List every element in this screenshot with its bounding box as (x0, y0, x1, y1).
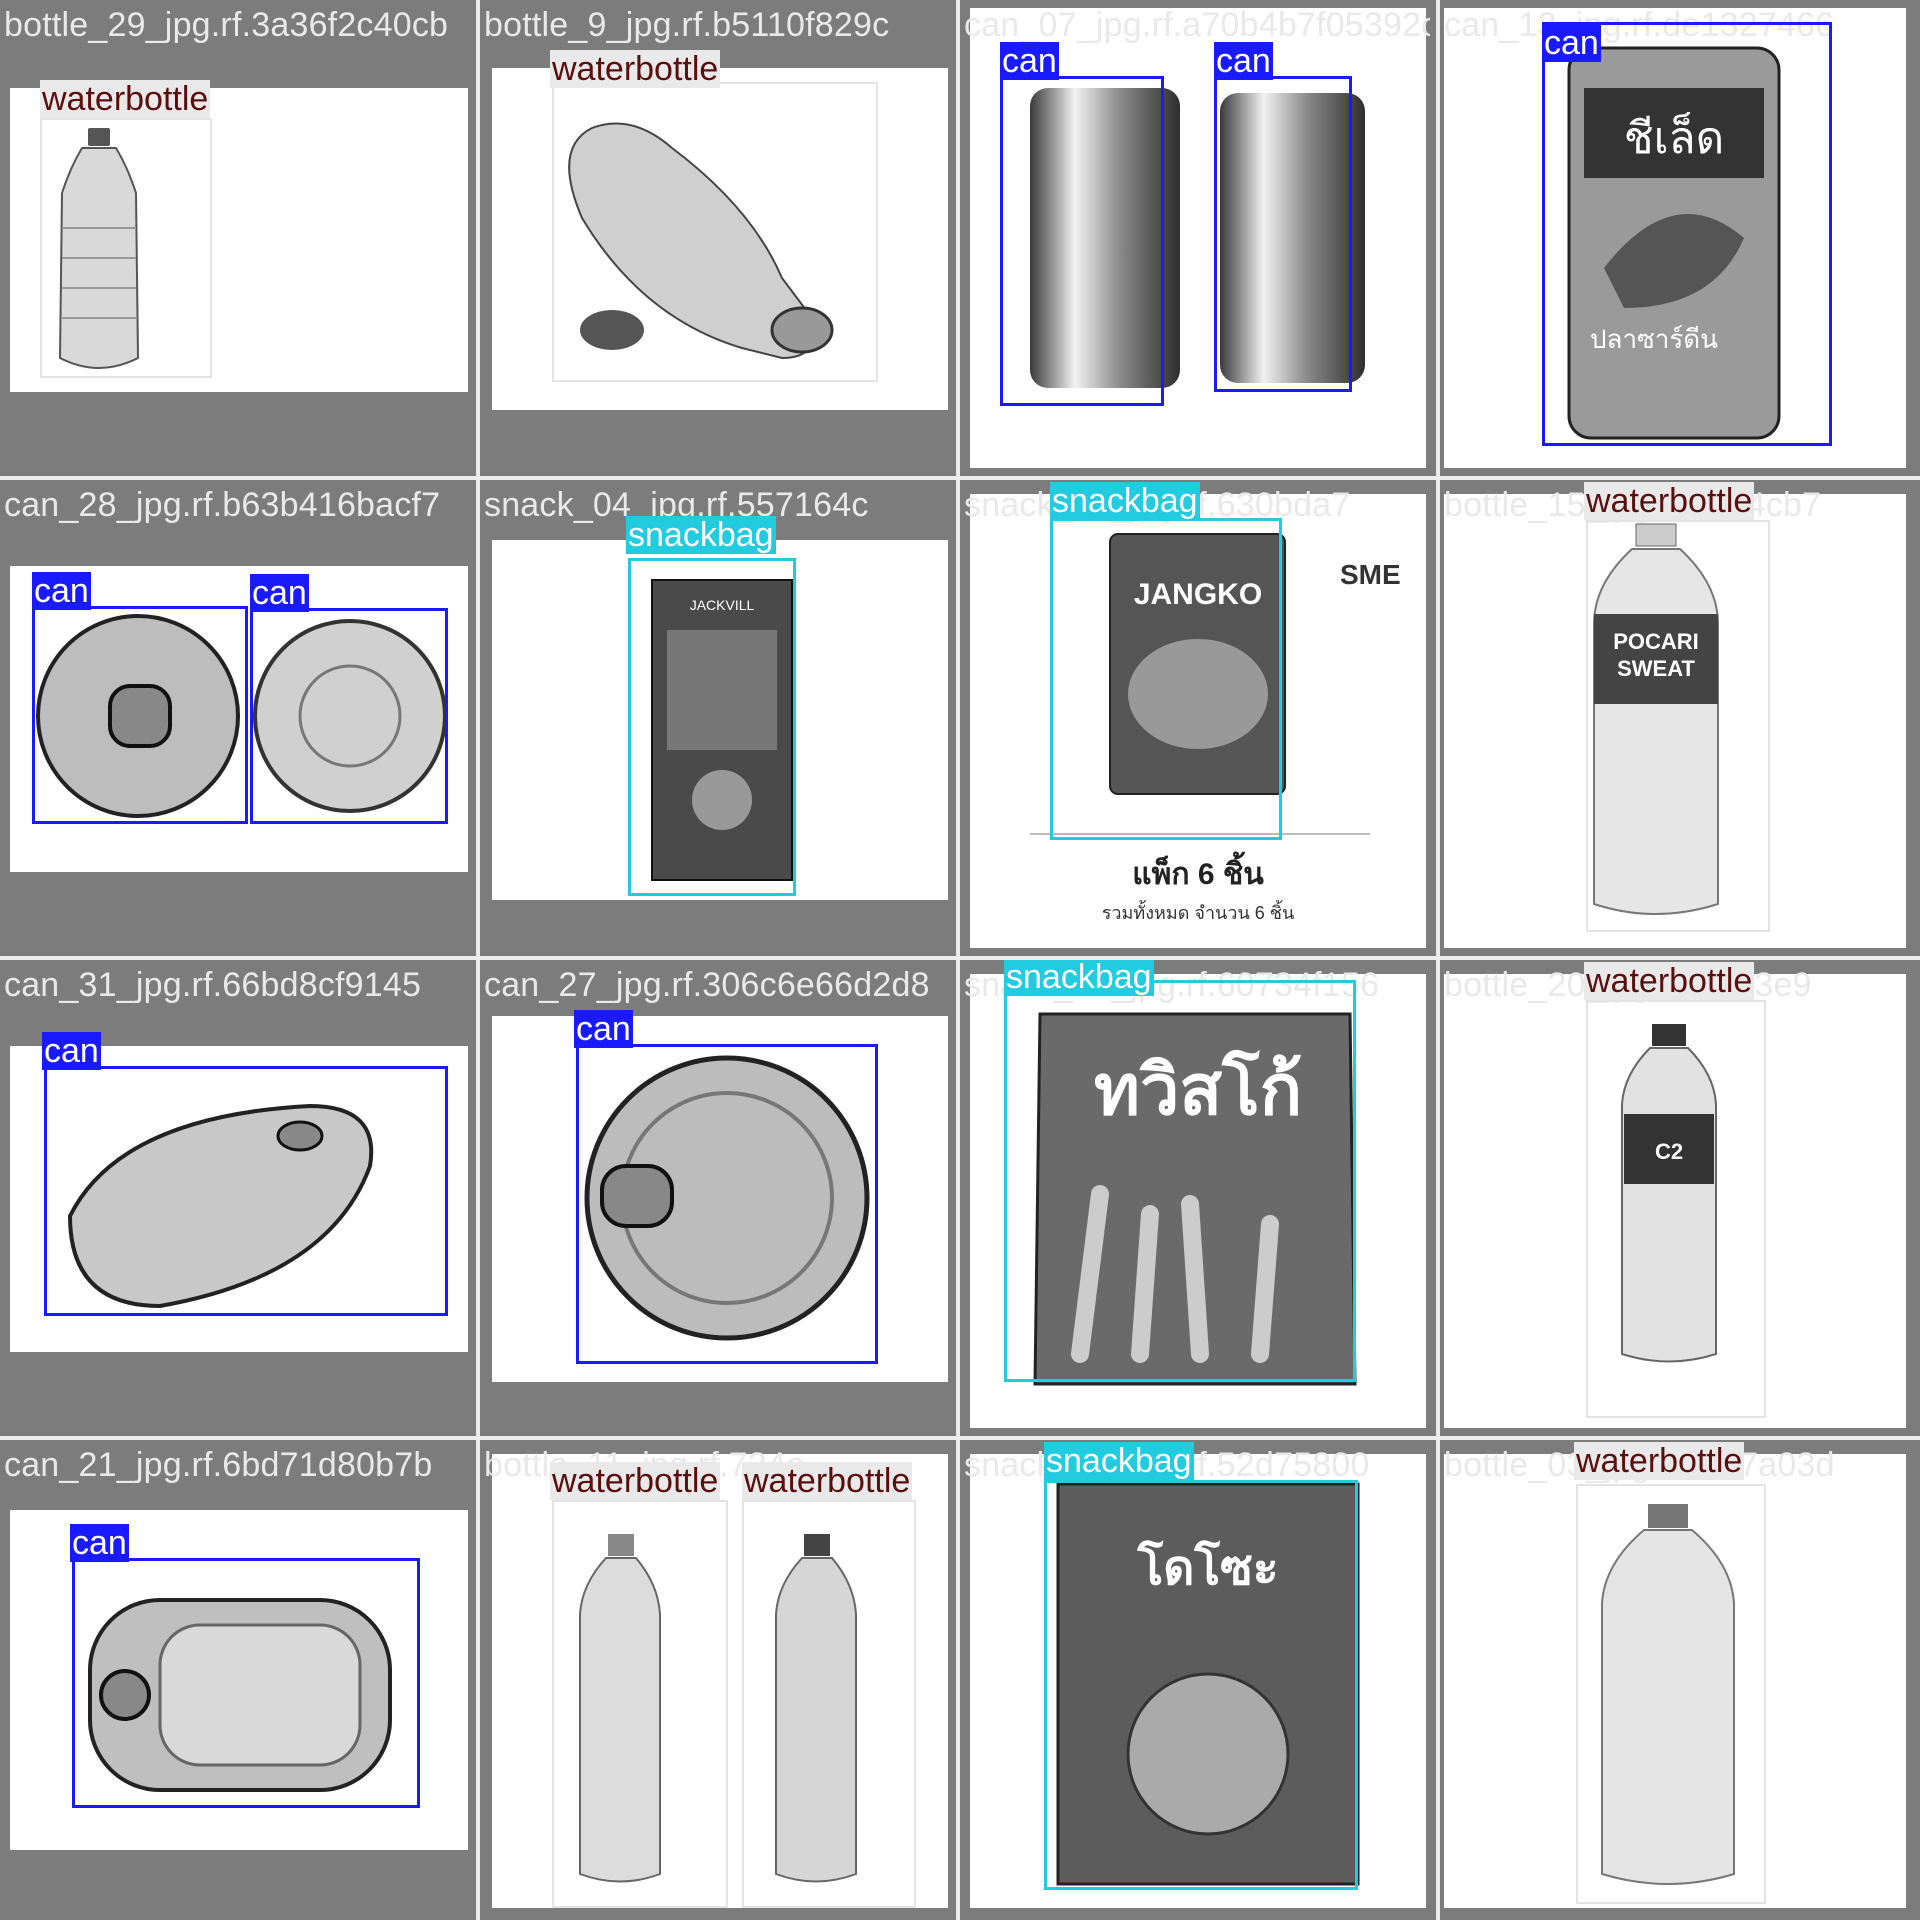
sme-logo-text: SME (1340, 559, 1401, 590)
tile-15: โดโซะ snack_22_jpg.rf.52d75800 snackbag (960, 1440, 1430, 1910)
tile-filename: can_07_jpg.rf.a70b4b7f05392c (964, 6, 1430, 44)
bbox-label: waterbottle (1584, 482, 1755, 520)
bbox-can (250, 608, 448, 824)
bbox-can (32, 606, 248, 824)
bbox-snackbag (628, 558, 796, 896)
bbox-label: snackbag (1044, 1442, 1194, 1480)
tile-filename: can_31_jpg.rf.66bd8cf9145 (4, 966, 422, 1004)
grid-divider (1436, 0, 1440, 1920)
tile-3: can_07_jpg.rf.a70b4b7f05392c can can (960, 0, 1430, 470)
tile-16: bottle_03_jpg.rf.fd47a03d waterbottle (1440, 1440, 1910, 1910)
tile-5: can_28_jpg.rf.b63b416bacf7 can can (0, 480, 470, 950)
bbox-label: can (1214, 42, 1273, 80)
bbox-waterbottle (40, 118, 212, 378)
bbox-label: snackbag (1050, 482, 1200, 520)
bbox-waterbottle (552, 1500, 728, 1908)
grid-divider (476, 0, 480, 1920)
grid-divider (0, 1436, 1920, 1440)
bbox-can (576, 1044, 878, 1364)
bbox-snackbag (1044, 1480, 1358, 1890)
tile-14: bottle_11_jpg.rf.734e waterbottle waterb… (480, 1440, 950, 1910)
tile-13: can_21_jpg.rf.6bd71d80b7b can (0, 1440, 470, 1910)
bbox-waterbottle (1576, 1484, 1766, 1904)
tile-filename: can_21_jpg.rf.6bd71d80b7b (4, 1446, 433, 1484)
bbox-waterbottle (1586, 1000, 1766, 1418)
pack-text-1: แพ็ก 6 ชิ้น (1132, 851, 1264, 891)
tile-filename: can_28_jpg.rf.b63b416bacf7 (4, 486, 441, 524)
bbox-snackbag (1004, 980, 1356, 1382)
bbox-label: snackbag (1004, 960, 1154, 996)
bbox-can (1000, 76, 1164, 406)
bbox-label: snackbag (626, 516, 776, 554)
pack-text-2: รวมทั้งหมด จำนวน 6 ชิ้น (1102, 900, 1295, 923)
bbox-label: waterbottle (1584, 962, 1755, 1000)
bbox-waterbottle (552, 82, 878, 382)
bbox-can (44, 1066, 448, 1316)
tile-6: JACKVILL snack_04_jpg.rf.557164c snackba… (480, 480, 950, 950)
bbox-label: waterbottle (550, 50, 721, 88)
bbox-waterbottle (742, 1500, 916, 1908)
bbox-label: waterbottle (40, 80, 211, 118)
bbox-label: can (1542, 24, 1601, 62)
tile-1: bottle_29_jpg.rf.3a36f2c40cb waterbottle (0, 0, 470, 470)
bbox-can (1214, 76, 1352, 392)
tile-filename: bottle_9_jpg.rf.b5110f829c (484, 6, 890, 44)
bbox-label: waterbottle (1574, 1442, 1745, 1480)
bbox-label: can (1000, 42, 1059, 80)
bbox-waterbottle (1586, 520, 1770, 932)
bbox-label: can (70, 1524, 129, 1562)
bbox-label: can (574, 1010, 633, 1048)
bbox-label: can (250, 574, 309, 612)
bbox-label: waterbottle (550, 1462, 721, 1500)
bbox-label: waterbottle (742, 1462, 913, 1500)
bbox-label: can (42, 1032, 101, 1070)
tile-11: ทวิสโก้ snack_09_jpg.rf.60734f156 snackb… (960, 960, 1430, 1430)
detection-mosaic: bottle_29_jpg.rf.3a36f2c40cb waterbottle… (0, 0, 1920, 1920)
tile-9: can_31_jpg.rf.66bd8cf9145 can (0, 960, 470, 1430)
tile-12: C2 bottle_20_jpg.rf.1cfc3e9 waterbottle (1440, 960, 1910, 1430)
bbox-can (72, 1558, 420, 1808)
bbox-can (1542, 22, 1832, 446)
tile-8: POCARI SWEAT bottle_15_jpg.rf.c074cb7 wa… (1440, 480, 1910, 950)
grid-divider (0, 476, 1920, 480)
grid-divider (956, 0, 960, 1920)
tile-7: JANGKO SME แพ็ก 6 ชิ้น รวมทั้งหมด จำนวน … (960, 480, 1430, 950)
bbox-label: can (32, 572, 91, 610)
grid-divider (0, 956, 1920, 960)
tile-4: ชีเล็ด ปลาซาร์ดีน can_13_jpg.rf.de132746… (1440, 0, 1910, 470)
tile-2: bottle_9_jpg.rf.b5110f829c waterbottle (480, 0, 950, 470)
tile-10: can_27_jpg.rf.306c6e66d2d8 can (480, 960, 950, 1430)
tile-filename: can_27_jpg.rf.306c6e66d2d8 (484, 966, 930, 1004)
bbox-snackbag (1050, 518, 1282, 840)
tile-filename: bottle_29_jpg.rf.3a36f2c40cb (4, 6, 449, 44)
